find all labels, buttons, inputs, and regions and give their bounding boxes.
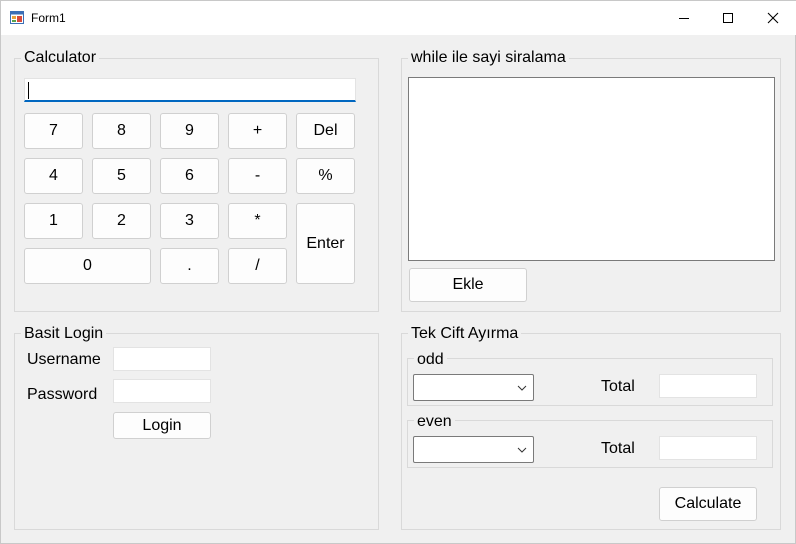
key-6-button[interactable]: 6: [160, 158, 219, 194]
calculate-button[interactable]: Calculate: [659, 487, 757, 521]
even-subgroup-label: even: [414, 413, 455, 431]
minimize-button[interactable]: [661, 1, 707, 35]
sorting-group-label: while ile sayi siralama: [408, 49, 569, 67]
chevron-down-icon: [517, 385, 527, 391]
form-app-icon: [10, 11, 24, 24]
username-input[interactable]: [113, 347, 211, 371]
window-title: Form1: [31, 11, 66, 25]
even-total-label: Total: [601, 440, 635, 457]
oddeven-group-label: Tek Cift Ayırma: [408, 325, 522, 343]
key-2-button[interactable]: 2: [92, 203, 151, 239]
odd-total-input[interactable]: [659, 374, 757, 398]
enter-button[interactable]: Enter: [296, 203, 355, 284]
odd-numbers-combobox[interactable]: [413, 374, 534, 401]
key-9-button[interactable]: 9: [160, 113, 219, 149]
plus-button[interactable]: +: [228, 113, 287, 149]
close-button[interactable]: [750, 1, 796, 35]
numbers-listbox[interactable]: [408, 77, 775, 261]
percent-button[interactable]: %: [296, 158, 355, 194]
key-7-button[interactable]: 7: [24, 113, 83, 149]
calculator-display-input[interactable]: [24, 78, 356, 102]
key-8-button[interactable]: 8: [92, 113, 151, 149]
key-4-button[interactable]: 4: [24, 158, 83, 194]
even-numbers-combobox[interactable]: [413, 436, 534, 463]
even-total-input[interactable]: [659, 436, 757, 460]
add-button[interactable]: Ekle: [409, 268, 527, 302]
odd-total-label: Total: [601, 378, 635, 395]
username-label: Username: [27, 351, 101, 368]
maximize-button[interactable]: [705, 1, 751, 35]
multiply-button[interactable]: *: [228, 203, 287, 239]
odd-subgroup-label: odd: [414, 351, 447, 369]
decimal-point-button[interactable]: .: [160, 248, 219, 284]
key-0-button[interactable]: 0: [24, 248, 151, 284]
title-bar[interactable]: Form1: [1, 1, 796, 35]
key-3-button[interactable]: 3: [160, 203, 219, 239]
password-label: Password: [27, 386, 98, 403]
password-input[interactable]: [113, 379, 211, 403]
chevron-down-icon: [517, 447, 527, 453]
login-group-label: Basit Login: [21, 325, 107, 343]
key-1-button[interactable]: 1: [24, 203, 83, 239]
divide-button[interactable]: /: [228, 248, 287, 284]
text-caret: [28, 82, 29, 99]
minimize-icon: [679, 18, 689, 19]
maximize-icon: [723, 13, 733, 23]
key-5-button[interactable]: 5: [92, 158, 151, 194]
calculator-group-label: Calculator: [21, 49, 100, 67]
minus-button[interactable]: -: [228, 158, 287, 194]
close-icon: [767, 12, 779, 24]
form-window: Form1 Calculator 7 8 9 + Del 4 5 6 - % 1…: [0, 0, 796, 544]
login-button[interactable]: Login: [113, 412, 211, 439]
delete-button[interactable]: Del: [296, 113, 355, 149]
